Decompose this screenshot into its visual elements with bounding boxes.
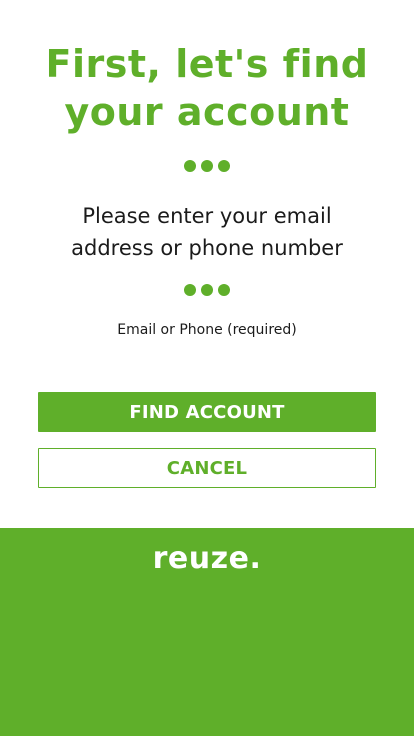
dot-icon xyxy=(184,284,196,296)
cancel-button[interactable]: CANCEL xyxy=(38,448,376,488)
reuze-logo: reuze. xyxy=(152,541,262,576)
find-account-screen: First, let's find your account Please en… xyxy=(0,0,414,736)
page-title-line2: your account xyxy=(64,90,350,134)
dot-icon xyxy=(218,284,230,296)
instruction-line1: Please enter your email xyxy=(82,204,332,228)
dot-icon xyxy=(184,160,196,172)
instruction-text: Please enter your email address or phone… xyxy=(0,200,414,264)
dots-separator-icon xyxy=(0,284,414,296)
email-or-phone-input[interactable] xyxy=(38,344,380,376)
dots-separator-icon xyxy=(0,160,414,172)
dot-icon xyxy=(201,284,213,296)
footer-banner: reuze. xyxy=(0,528,414,736)
email-or-phone-label: Email or Phone (required) xyxy=(117,322,297,338)
page-title: First, let's find your account xyxy=(0,40,414,136)
dot-icon xyxy=(218,160,230,172)
instruction-line2: address or phone number xyxy=(71,236,343,260)
find-account-button[interactable]: FIND ACCOUNT xyxy=(38,392,376,432)
page-title-line1: First, let's find xyxy=(45,42,369,86)
dot-icon xyxy=(201,160,213,172)
